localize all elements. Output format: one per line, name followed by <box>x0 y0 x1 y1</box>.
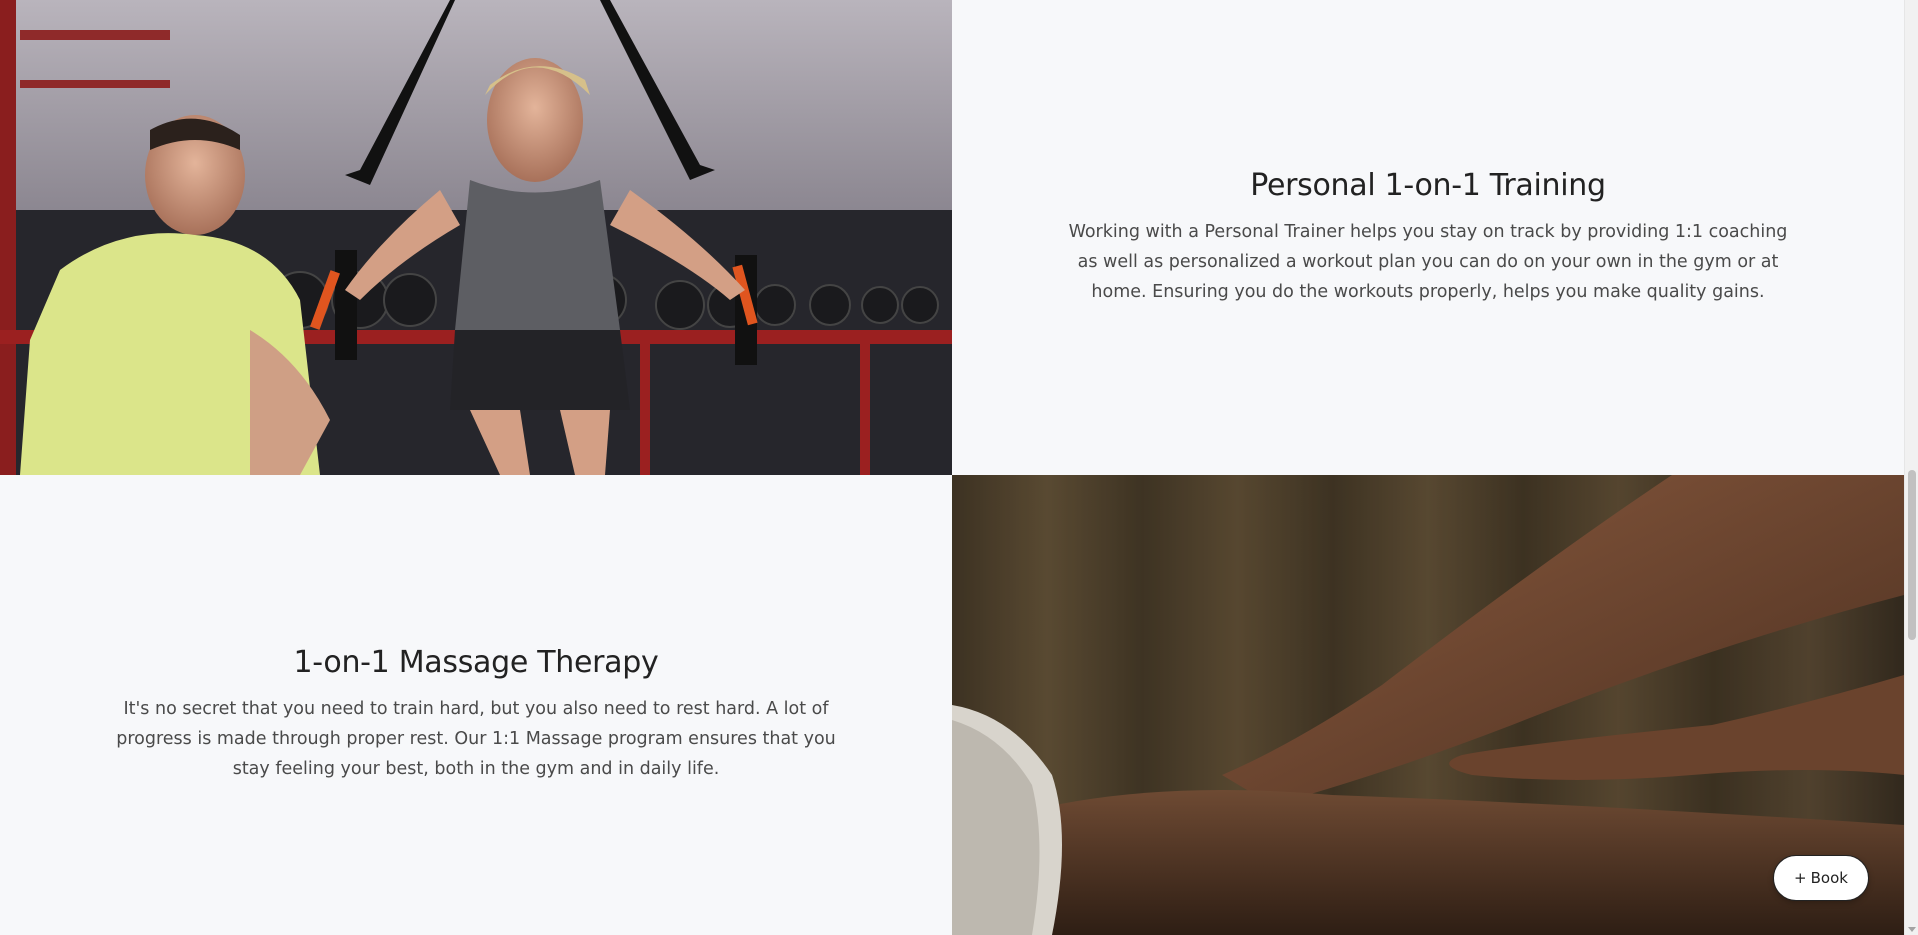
massage-heading: 1-on-1 Massage Therapy <box>293 645 659 680</box>
training-text-panel: Personal 1-on-1 Training Working with a … <box>952 0 1904 475</box>
massage-text-panel: 1-on-1 Massage Therapy It's no secret th… <box>0 475 952 935</box>
training-heading: Personal 1-on-1 Training <box>1250 168 1606 203</box>
training-photo <box>0 0 952 475</box>
scroll-down-arrow-icon[interactable] <box>1908 927 1916 932</box>
page: Personal 1-on-1 Training Working with a … <box>0 0 1918 935</box>
massage-photo <box>952 475 1904 935</box>
book-button-label: Book <box>1810 869 1848 887</box>
training-photo-image <box>0 0 952 475</box>
massage-description: It's no secret that you need to train ha… <box>116 699 836 779</box>
service-row-massage: 1-on-1 Massage Therapy It's no secret th… <box>0 475 1904 935</box>
book-button[interactable]: + Book <box>1773 855 1869 901</box>
vertical-scrollbar[interactable] <box>1904 0 1918 935</box>
training-description: Working with a Personal Trainer helps yo… <box>1068 222 1788 302</box>
massage-photo-image <box>952 475 1904 935</box>
plus-icon: + <box>1794 869 1807 887</box>
services-content: Personal 1-on-1 Training Working with a … <box>0 0 1904 935</box>
scrollbar-thumb[interactable] <box>1908 470 1916 640</box>
service-row-training: Personal 1-on-1 Training Working with a … <box>0 0 1904 475</box>
